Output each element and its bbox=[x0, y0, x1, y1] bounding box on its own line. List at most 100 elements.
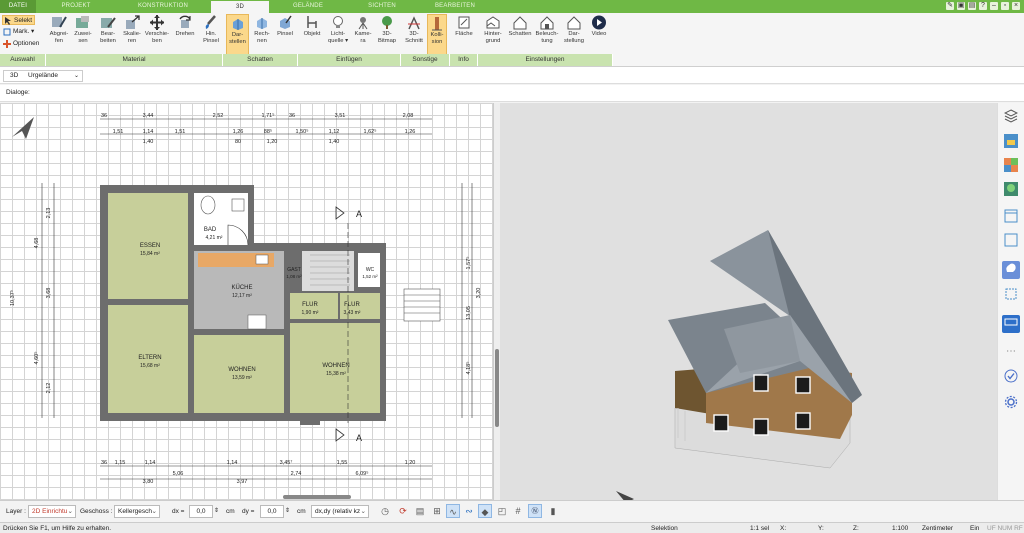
darstellen-label-2: stellen bbox=[229, 39, 246, 45]
horizontal-scroll-thumb[interactable] bbox=[283, 495, 351, 499]
checkmark-icon[interactable] bbox=[1002, 369, 1020, 387]
room-area-flur-2: 3,43 m² bbox=[344, 310, 361, 316]
hintergrund-button[interactable]: Hinter-grund bbox=[480, 14, 506, 58]
keyboard-icon[interactable] bbox=[1002, 315, 1020, 333]
dim-top2-6: 1,12 bbox=[329, 129, 340, 135]
mark-button[interactable]: Mark. ▾ bbox=[2, 27, 42, 37]
hintergrund-label-1: Hinter- bbox=[484, 31, 502, 37]
drehen-label: Drehen bbox=[175, 31, 195, 37]
view-selector-row: 3D Urgelände ⌄ bbox=[0, 67, 1024, 84]
status-flags: UF NUM RF bbox=[987, 525, 1023, 532]
geschoss-dropdown[interactable]: Kellergesch ⌄ bbox=[114, 505, 160, 518]
floor-plan-view[interactable]: 36 3,44 2,52 1,71⁵ 36 3,51 2,08 1,51 1,1… bbox=[0, 103, 493, 500]
tab-projekt[interactable]: PROJEKT bbox=[36, 0, 116, 13]
kollision-label-1: Kolli- bbox=[430, 32, 444, 38]
flaeche-button[interactable]: Fläche bbox=[453, 14, 475, 58]
terrain-dropdown[interactable]: 3D Urgelände ⌄ bbox=[3, 70, 83, 82]
more-icon[interactable]: ⋯ bbox=[1002, 343, 1020, 361]
snap-curve-icon[interactable]: ∾ bbox=[462, 504, 476, 518]
hin-pinsel-button[interactable]: Hin. Pinsel bbox=[200, 14, 222, 58]
beleuchtung-button[interactable]: Beleuch-tung bbox=[534, 14, 560, 58]
washbasin-icon bbox=[231, 198, 245, 212]
3d-house-render[interactable] bbox=[500, 103, 997, 503]
snap-grid-icon[interactable]: ⊞ bbox=[430, 504, 444, 518]
frame-icon[interactable] bbox=[1002, 287, 1020, 305]
print-icon[interactable]: ▤ bbox=[413, 504, 427, 518]
north-compass-icon[interactable]: Ⓝ bbox=[528, 504, 542, 518]
verschieben-button[interactable]: Verschie-ben bbox=[144, 14, 170, 58]
close-icon[interactable]: × bbox=[1012, 2, 1020, 10]
abgreifen-button[interactable]: Abgrei-fen bbox=[48, 14, 70, 58]
3d-object-icon[interactable] bbox=[1002, 261, 1020, 279]
materials-catalog-icon[interactable] bbox=[1002, 157, 1020, 175]
tab-konstruktion[interactable]: KONSTRUKTION bbox=[118, 0, 208, 13]
tab-3d[interactable]: 3D bbox=[211, 1, 269, 13]
rechnen-button[interactable]: Rech-nen bbox=[251, 14, 273, 58]
darstellung-label-1: Dar- bbox=[568, 31, 580, 37]
optionen-button[interactable]: Optionen bbox=[2, 39, 46, 49]
grid-icon[interactable]: # bbox=[511, 504, 525, 518]
lichtquelle-button[interactable]: Licht-quelle ▾ bbox=[326, 14, 350, 58]
dim-bot2-3: 2,74 bbox=[291, 471, 302, 477]
bottom-toolbar: Layer : 2D Einrichtu ⌄ Geschoss : Kellerg… bbox=[0, 500, 1024, 522]
dim-bot1-5: 1,55 bbox=[337, 460, 348, 466]
dim-top1-3: 1,71⁵ bbox=[262, 112, 275, 119]
clipboard-icon[interactable]: ▤ bbox=[968, 2, 976, 10]
3d-view[interactable] bbox=[500, 103, 997, 503]
vertical-scroll-thumb[interactable] bbox=[495, 349, 499, 427]
tab-datei[interactable]: DATEI bbox=[0, 0, 36, 13]
blank-panel-icon[interactable] bbox=[1002, 233, 1020, 251]
drehen-button[interactable]: Drehen bbox=[172, 14, 198, 58]
layer-dropdown[interactable]: 2D Einrichtu ⌄ bbox=[28, 505, 76, 518]
layout-icon[interactable]: ▣ bbox=[957, 2, 965, 10]
tab-gelaende[interactable]: GELÄNDE bbox=[272, 0, 344, 13]
tab-sichten[interactable]: SICHTEN bbox=[348, 0, 416, 13]
3d-schnitt-button[interactable]: 3D- Schnitt bbox=[403, 14, 425, 58]
3d-bitmap-button[interactable]: 3D- Bitmap bbox=[375, 14, 399, 58]
tab-bearbeiten[interactable]: BEARBEITEN bbox=[418, 0, 492, 13]
schatten-pinsel-button[interactable]: Pinsel bbox=[274, 14, 296, 58]
clock-icon[interactable]: ◷ bbox=[378, 504, 392, 518]
pen-icon[interactable]: ✎ bbox=[946, 2, 954, 10]
video-button[interactable]: Video bbox=[588, 14, 610, 58]
dy-input[interactable]: 0,0 bbox=[260, 505, 284, 518]
floor-plan-drawing[interactable]: 36 3,44 2,52 1,71⁵ 36 3,51 2,08 1,51 1,1… bbox=[0, 103, 493, 500]
vertical-scrollbar[interactable] bbox=[493, 103, 500, 500]
darstellung-button[interactable]: Dar-stellung bbox=[561, 14, 587, 58]
window-panel-icon[interactable] bbox=[1002, 209, 1020, 227]
help-icon[interactable]: ? bbox=[979, 2, 987, 10]
furniture-catalog-icon[interactable] bbox=[1002, 133, 1020, 151]
minimize-icon[interactable]: – bbox=[990, 2, 998, 10]
selekt-button[interactable]: Selekt bbox=[2, 15, 35, 25]
layers-icon[interactable] bbox=[1002, 109, 1020, 127]
snap-plane-icon[interactable]: ◆ bbox=[478, 504, 492, 518]
snap-line-icon[interactable]: ∿ bbox=[446, 504, 460, 518]
objekt-button[interactable]: Objekt bbox=[300, 14, 324, 58]
kollision-button[interactable]: Kolli-sion bbox=[427, 14, 447, 58]
zuweisen-button[interactable]: Zuwei-sen bbox=[72, 14, 94, 58]
dx-stepper-icon[interactable]: ⇕ bbox=[214, 505, 219, 518]
room-name-wc: WC bbox=[366, 267, 375, 273]
dim-left-4: 2,12 bbox=[46, 383, 52, 394]
chevron-down-icon: ⌄ bbox=[73, 73, 79, 79]
dim-right-2: 13,05 bbox=[466, 306, 472, 320]
rotate-view-icon[interactable]: ⟳ bbox=[396, 504, 410, 518]
dy-stepper-icon[interactable]: ⇕ bbox=[285, 505, 290, 518]
skalieren-label-2: ren bbox=[127, 38, 137, 44]
darstellen-button[interactable]: Dar-stellen bbox=[226, 14, 249, 58]
snap-point-icon[interactable]: ◰ bbox=[495, 504, 509, 518]
dx-input[interactable]: 0,0 bbox=[189, 505, 213, 518]
bearbeiten-button[interactable]: Bear-beiten bbox=[96, 14, 120, 58]
dxdy-mode-dropdown[interactable]: dx,dy (relativ kz ⌄ bbox=[311, 505, 369, 518]
hintergrund-label-2: grund bbox=[485, 38, 501, 44]
skalieren-button[interactable]: Skalie-ren bbox=[121, 14, 143, 58]
edit-material-icon bbox=[101, 17, 116, 28]
video-label: Video bbox=[591, 31, 607, 37]
einst-schatten-button[interactable]: Schatten bbox=[507, 14, 533, 58]
status-y: Y: bbox=[818, 525, 824, 532]
3d-cursor-icon bbox=[616, 491, 634, 503]
kamera-button[interactable]: Kame-ra bbox=[352, 14, 374, 58]
settings-gear-icon[interactable] bbox=[1002, 395, 1020, 413]
restore-icon[interactable]: ▫ bbox=[1001, 2, 1009, 10]
plants-catalog-icon[interactable] bbox=[1002, 181, 1020, 199]
